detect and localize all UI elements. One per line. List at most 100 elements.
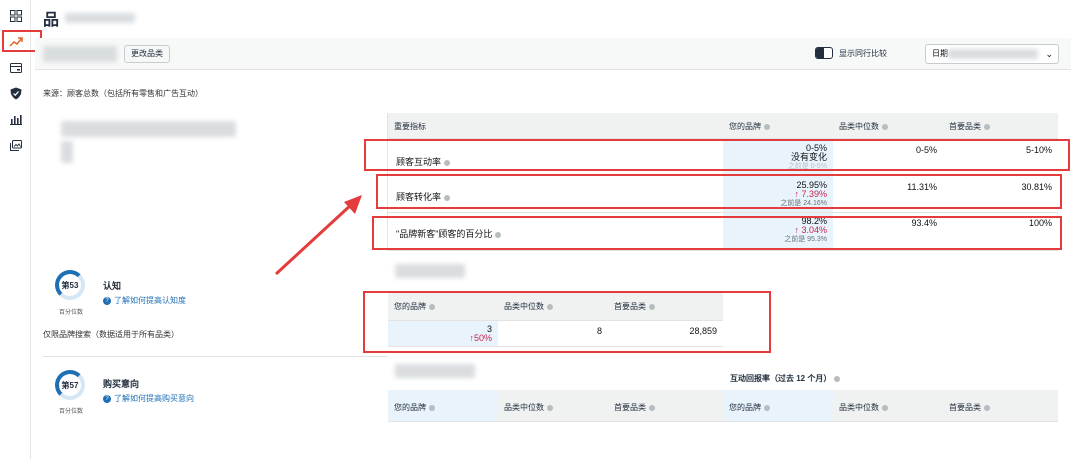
shield-icon[interactable] [8, 86, 24, 100]
top-category-header: 首要品类 [608, 293, 723, 321]
repurchase-your-brand-header-label: 您的品牌 [729, 403, 761, 412]
table-row-metric-name: 顾客互动率 [388, 139, 723, 176]
top-category-header-label: 首要品类 [614, 403, 646, 412]
info-icon[interactable] [649, 303, 655, 310]
your-brand-change: ↑ 3.04% [794, 225, 827, 235]
info-icon[interactable] [882, 404, 888, 411]
category-median-value: 93.4% [833, 213, 943, 251]
data-source-note: 来源：顾客总数（包括所有零售和广告互动） [43, 89, 203, 98]
help-icon: ? [103, 296, 111, 305]
chevron-down-icon: ⌄ [1045, 49, 1053, 59]
your-brand-value-cell: 0-5% 没有变化 之前是 0-5% [723, 139, 833, 176]
trend-up-icon[interactable] [8, 35, 24, 49]
purchase-intent-section: 第57 百分位数 购买意向 ? 了解如何提高购买意向 [43, 365, 388, 425]
your-brand-header: 您的品牌 [723, 113, 833, 139]
compare-peers-label: 显示同行比较 [839, 49, 887, 58]
date-range-value: 日期 [932, 49, 948, 58]
top-category-value: 100% [943, 213, 1058, 251]
top-category-header: 首要品类 [608, 390, 723, 422]
top-category-header-label: 首要品类 [614, 302, 646, 311]
table-row-metric-name: "品牌新客"顾客的百分比 [388, 213, 723, 251]
blurred-date [948, 49, 1038, 59]
your-brand-header: 您的品牌 [388, 293, 498, 321]
blurred-summary-line [61, 121, 236, 137]
awareness-title: 认知 [103, 281, 122, 291]
bar-chart-icon[interactable] [8, 112, 24, 126]
top-category-header: 首要品类 [943, 113, 1058, 139]
your-brand-previous: 之前是 24.16% [780, 200, 827, 207]
purchase-intent-percentile-ring: 第57 [55, 370, 85, 400]
metric-header-label: 重要指标 [394, 122, 426, 131]
blurred-awareness-metric [395, 264, 465, 278]
info-icon[interactable] [444, 194, 451, 201]
awareness-percentile: 第53 [61, 280, 79, 290]
date-range-select[interactable]: 日期 ⌄ [925, 44, 1059, 64]
info-icon[interactable] [429, 404, 435, 411]
your-brand-value-cell: 3 ↑50% [388, 321, 498, 347]
card-icon[interactable] [8, 61, 24, 75]
your-brand-header-label: 您的品牌 [394, 302, 426, 311]
info-icon[interactable] [834, 375, 841, 382]
info-icon[interactable] [495, 231, 502, 238]
your-brand-change: ↑ 7.39% [794, 189, 827, 199]
category-median-header-label: 品类中位数 [839, 122, 879, 131]
blurred-category [43, 46, 117, 62]
category-median-header-label: 品类中位数 [504, 403, 544, 412]
your-brand-header-label: 您的品牌 [729, 122, 761, 131]
awareness-percentile-ring: 第53 [55, 270, 85, 300]
category-median-value: 0-5% [833, 139, 943, 176]
repurchase-rate-header-label: 互动回报率（过去 12 个月） [730, 374, 832, 383]
repurchase-top-category-header-label: 首要品类 [949, 403, 981, 412]
info-icon[interactable] [547, 303, 553, 310]
table-row-metric-name: 顾客转化率 [388, 176, 723, 213]
repurchase-top-category-header: 首要品类 [943, 390, 1058, 422]
compare-peers-toggle[interactable] [815, 47, 833, 59]
info-icon[interactable] [547, 404, 553, 411]
purchase-intent-percentile: 第57 [61, 380, 79, 390]
awareness-note: 仅限品牌搜索（数据适用于所有品类） [43, 330, 179, 339]
info-icon[interactable] [649, 404, 655, 411]
filter-bar: 更改品类 显示同行比较 日期 ⌄ [35, 38, 1071, 70]
your-brand-change: 没有变化 [790, 152, 827, 162]
repurchase-rate-header: 互动回报率（过去 12 个月） [730, 373, 841, 384]
info-icon[interactable] [764, 123, 770, 130]
your-brand-change: ↑50% [469, 333, 492, 343]
purchase-intent-help-link[interactable]: ? 了解如何提高购买意向 [103, 393, 194, 404]
metric-name-conversion: 顾客转化率 [396, 192, 442, 202]
awareness-percentile-caption: 百分位数 [59, 310, 84, 316]
info-icon[interactable] [444, 159, 451, 166]
awareness-help-link[interactable]: ? 了解如何提高认知度 [103, 295, 186, 306]
image-gallery-icon[interactable] [8, 138, 24, 152]
page-header: 品 [43, 8, 136, 29]
top-category-value: 5-10% [943, 139, 1058, 176]
your-brand-header-label: 您的品牌 [394, 403, 426, 412]
category-median-value: 11.31% [833, 176, 943, 213]
your-brand-value-cell: 98.2% ↑ 3.04% 之前是 95.3% [723, 213, 833, 251]
purchase-intent-help-link-label: 了解如何提高购买意向 [114, 394, 194, 403]
info-icon[interactable] [984, 123, 990, 130]
info-icon[interactable] [984, 404, 990, 411]
metric-name-new-to-brand: "品牌新客"顾客的百分比 [396, 229, 493, 239]
metric-header: 重要指标 [388, 113, 723, 139]
repurchase-category-median-header-label: 品类中位数 [839, 403, 879, 412]
change-category-button[interactable]: 更改品类 [124, 45, 170, 63]
purchase-intent-percentile-caption: 百分位数 [59, 409, 84, 415]
your-brand-value-cell: 25.95% ↑ 7.39% 之前是 24.16% [723, 176, 833, 213]
left-sidebar [0, 0, 31, 459]
top-category-value: 28,859 [608, 321, 723, 347]
top-category-header-label: 首要品类 [949, 122, 981, 131]
category-median-header: 品类中位数 [498, 390, 608, 422]
page-title: 品 [43, 12, 60, 29]
purchase-intent-title: 购买意向 [103, 379, 140, 389]
blurred-brand-name [65, 13, 136, 23]
info-icon[interactable] [429, 303, 435, 310]
blurred-summary-mark [61, 141, 73, 163]
info-icon[interactable] [764, 404, 770, 411]
awareness-help-link-label: 了解如何提高认知度 [114, 296, 186, 305]
category-median-header: 品类中位数 [833, 113, 943, 139]
blurred-purchase-metric [395, 364, 475, 378]
info-icon[interactable] [882, 123, 888, 130]
repurchase-your-brand-header: 您的品牌 [723, 390, 833, 422]
dashboard-grid-icon[interactable] [8, 9, 24, 23]
help-icon: ? [103, 394, 111, 403]
